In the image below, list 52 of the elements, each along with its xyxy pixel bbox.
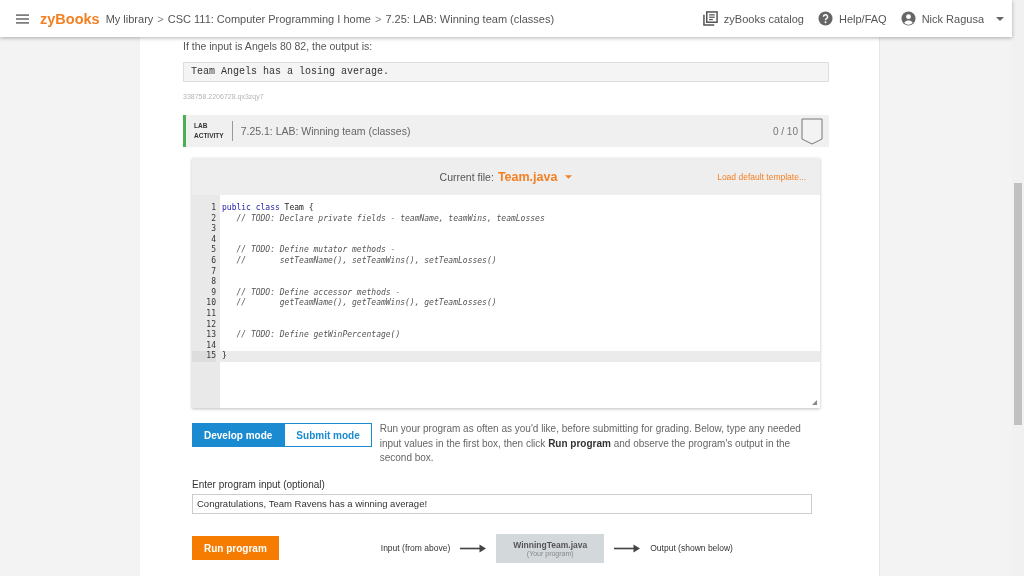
line-number: 6 — [210, 255, 216, 267]
breadcrumb-separator: > — [373, 12, 383, 25]
code-line: // TODO: Define accessor methods - — [235, 287, 401, 298]
book-icon[interactable] — [702, 11, 718, 26]
arrow-icon — [614, 543, 641, 553]
help-link[interactable]: Help/FAQ — [838, 12, 887, 25]
code-line: // getTeamName(), getTeamWins(), getTeamLosses() — [235, 298, 497, 309]
code-line: // TODO: Declare private fields - teamName, teamWins, teamLosses — [235, 213, 545, 225]
code-line: public class Team { — [222, 203, 314, 214]
line-number: 7 — [210, 266, 216, 277]
breadcrumb-link[interactable]: 7.25: LAB: Winning team (classes) — [385, 12, 555, 25]
line-number: 1 — [210, 203, 216, 214]
line-number: 8 — [210, 277, 216, 288]
code-line: } — [222, 351, 227, 362]
flow-input-label: Input (from above) — [380, 543, 451, 553]
program-input-field[interactable]: Congratulations, Team Ravens has a winning average! — [192, 493, 812, 514]
lab-title: 7.25.1: LAB: Winning team (classes) — [240, 125, 411, 137]
help-icon[interactable] — [817, 11, 833, 26]
line-number: 11 — [205, 308, 216, 320]
program-name: WinningTeam.java — [513, 539, 588, 550]
line-number: 2 — [210, 213, 216, 224]
line-number: 14 — [205, 340, 216, 351]
input-label: Enter program input (optional) — [192, 478, 326, 490]
score-text: 0 / 10 — [772, 125, 798, 137]
line-number: 9 — [210, 287, 216, 298]
current-file-label: Current file: — [439, 170, 494, 183]
example-text: If the input is Angels 80 82, the output is: — [183, 40, 374, 52]
user-avatar-icon[interactable] — [900, 11, 916, 26]
catalog-link[interactable]: zyBooks catalog — [723, 12, 804, 25]
code-line: // TODO: Define getWinPercentage() — [235, 330, 401, 341]
line-number: 5 — [210, 245, 216, 256]
line-number: 12 — [205, 319, 216, 330]
code-line: // setTeamName(), setTeamWins(), setTeamLosses() — [235, 255, 497, 267]
breadcrumb-link[interactable]: CSC 111: Computer Programming I home — [167, 12, 371, 25]
line-number: 10 — [205, 298, 216, 309]
resize-grip-icon[interactable] — [812, 400, 817, 405]
line-number: 4 — [210, 234, 216, 245]
breadcrumb-link[interactable]: My library — [105, 12, 154, 25]
flow-output-label: Output (shown below) — [650, 543, 733, 553]
breadcrumb-separator: > — [156, 12, 165, 25]
caret-icon[interactable] — [996, 16, 1004, 21]
mode-tab[interactable]: Submit mode — [284, 423, 372, 447]
menu-icon[interactable] — [16, 13, 29, 24]
code-line: // TODO: Define mutator methods - — [235, 245, 396, 256]
example-output: Team Angels has a losing average. — [183, 62, 829, 82]
line-number: 15 — [192, 351, 216, 362]
line-number: 13 — [205, 330, 216, 341]
mode-tab[interactable]: Develop mode — [192, 423, 285, 447]
arrow-icon — [460, 543, 487, 553]
user-menu[interactable]: Nick Ragusa — [921, 12, 984, 25]
mode-help-text: Run your program as often as you'd like, before submitting for grading. Below, type any needed input values in the first box, then click Run program and observe the program's output in the second box. — [379, 422, 802, 465]
line-number: 3 — [210, 224, 216, 235]
